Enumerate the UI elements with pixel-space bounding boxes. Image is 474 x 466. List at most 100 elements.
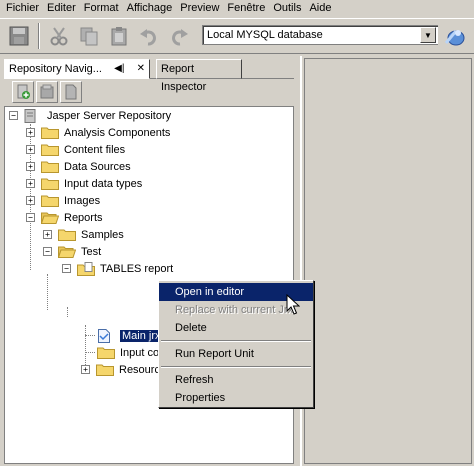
jrxml-file-icon bbox=[97, 328, 115, 343]
save-icon bbox=[9, 26, 29, 46]
folder-icon bbox=[41, 194, 59, 208]
folder-icon bbox=[41, 160, 59, 174]
paste-button[interactable] bbox=[104, 21, 134, 51]
tree-node-data-sources[interactable]: + Data Sources bbox=[26, 158, 131, 175]
tree-node-input-data-types[interactable]: + Input data types bbox=[26, 175, 142, 192]
menu-item-properties[interactable]: Properties bbox=[159, 389, 313, 407]
paste-icon bbox=[111, 27, 127, 46]
panel-tabs: Repository Navig... ◀| ✕ Report Inspecto… bbox=[4, 59, 294, 93]
collapse-toggle[interactable]: − bbox=[43, 247, 52, 256]
menu-fichier[interactable]: Fichier bbox=[2, 0, 43, 18]
tree-label: Input co bbox=[120, 346, 160, 359]
cut-icon bbox=[50, 27, 68, 46]
collapse-toggle[interactable]: − bbox=[9, 111, 18, 120]
tree-label: Jasper Server Repository bbox=[47, 109, 172, 122]
close-icon[interactable]: ✕ bbox=[137, 60, 145, 78]
tree-node-analysis-components[interactable]: + Analysis Components bbox=[26, 124, 170, 141]
tree-node-images[interactable]: + Images bbox=[26, 192, 100, 209]
menu-separator bbox=[159, 337, 313, 345]
tree-node-resources[interactable]: + Resourc bbox=[81, 361, 160, 378]
copy-icon bbox=[80, 27, 98, 46]
tree-label: Resourc bbox=[119, 363, 160, 376]
mouse-cursor-icon bbox=[286, 294, 300, 315]
tree-label: Input data types bbox=[64, 177, 143, 190]
redo-icon bbox=[172, 29, 188, 46]
datasource-select[interactable]: Local MYSQL database bbox=[202, 25, 438, 45]
tree-label: Content files bbox=[64, 143, 126, 156]
menu-outils[interactable]: Outils bbox=[269, 0, 305, 18]
add-server-button[interactable] bbox=[12, 81, 34, 103]
undo-icon bbox=[140, 29, 156, 46]
save-button[interactable] bbox=[4, 21, 34, 51]
tab-repository-label: Repository Navig... bbox=[9, 63, 102, 75]
repository-icon bbox=[40, 84, 54, 99]
editor-area bbox=[300, 56, 474, 466]
menu-fenetre[interactable]: Fenêtre bbox=[223, 0, 269, 18]
menu-aide[interactable]: Aide bbox=[305, 0, 335, 18]
folder-icon bbox=[96, 363, 114, 377]
expand-toggle[interactable]: + bbox=[26, 179, 35, 188]
folder-open-icon bbox=[58, 245, 76, 259]
collapse-toggle[interactable]: − bbox=[62, 264, 71, 273]
menu-editer[interactable]: Editer bbox=[43, 0, 80, 18]
menu-item-delete[interactable]: Delete bbox=[159, 319, 313, 337]
tree-label: Test bbox=[81, 245, 102, 258]
tree-node-main-jrxml[interactable]: Main jrx bbox=[97, 327, 163, 344]
tree-node-samples[interactable]: + Samples bbox=[43, 226, 124, 243]
expand-toggle[interactable]: + bbox=[26, 145, 35, 154]
folder-icon bbox=[97, 346, 115, 360]
menu-separator bbox=[159, 363, 313, 371]
tree-guide bbox=[67, 307, 68, 317]
tree-label: Analysis Components bbox=[64, 126, 171, 139]
redo-button[interactable] bbox=[164, 21, 194, 51]
pin-icon[interactable]: ◀| bbox=[114, 60, 124, 78]
tree-node-reports[interactable]: − Reports bbox=[26, 209, 103, 226]
editor-frame bbox=[304, 58, 472, 464]
expand-toggle[interactable]: + bbox=[26, 162, 35, 171]
cut-button[interactable] bbox=[44, 21, 74, 51]
copy-button[interactable] bbox=[74, 21, 104, 51]
tree-guide bbox=[47, 274, 48, 310]
tree-label: Samples bbox=[81, 228, 124, 241]
tab-report-inspector[interactable]: Report Inspector bbox=[156, 59, 242, 93]
folder-open-icon bbox=[41, 211, 59, 225]
tree-toolbar bbox=[6, 80, 292, 104]
database-connect-icon bbox=[444, 30, 465, 46]
menu-item-run-report-unit[interactable]: Run Report Unit bbox=[159, 345, 313, 363]
repository-button[interactable] bbox=[36, 81, 58, 103]
tree-node-input-controls[interactable]: Input co bbox=[97, 344, 159, 361]
datasource-dropdown-button[interactable]: ▼ bbox=[420, 27, 436, 43]
tree-node-tables-report[interactable]: − TABLES report bbox=[62, 260, 173, 277]
folder-icon bbox=[41, 143, 59, 157]
tree-guide bbox=[85, 335, 95, 336]
expand-toggle[interactable]: + bbox=[26, 196, 35, 205]
menu-affichage[interactable]: Affichage bbox=[123, 0, 177, 18]
expand-toggle[interactable]: + bbox=[43, 230, 52, 239]
menu-preview[interactable]: Preview bbox=[176, 0, 223, 18]
add-server-icon bbox=[17, 84, 30, 99]
server-icon bbox=[24, 108, 42, 123]
folder-icon bbox=[41, 126, 59, 140]
undo-button[interactable] bbox=[134, 21, 164, 51]
datasource-connect-button[interactable] bbox=[440, 23, 468, 49]
tree-label: Main jrx bbox=[120, 329, 163, 342]
menu-item-refresh[interactable]: Refresh bbox=[159, 371, 313, 389]
document-icon bbox=[65, 84, 77, 100]
tree-node-root[interactable]: − Jasper Server Repository bbox=[9, 107, 171, 124]
collapse-toggle[interactable]: − bbox=[26, 213, 35, 222]
document-button[interactable] bbox=[60, 81, 82, 103]
tree-node-test[interactable]: − Test bbox=[43, 243, 101, 260]
tree-guide bbox=[85, 352, 95, 353]
chevron-down-icon: ▼ bbox=[424, 30, 432, 40]
folder-icon bbox=[58, 228, 76, 242]
tab-repository-navigator[interactable]: Repository Navig... ◀| ✕ bbox=[4, 59, 150, 79]
expand-toggle[interactable]: + bbox=[81, 365, 90, 374]
expand-toggle[interactable]: + bbox=[26, 128, 35, 137]
menu-format[interactable]: Format bbox=[80, 0, 123, 18]
tree-label: Data Sources bbox=[64, 160, 131, 173]
tree-label: TABLES report bbox=[100, 262, 174, 275]
report-unit-icon bbox=[77, 261, 95, 276]
toolbar-separator bbox=[38, 23, 40, 49]
folder-icon bbox=[41, 177, 59, 191]
tree-node-content-files[interactable]: + Content files bbox=[26, 141, 125, 158]
